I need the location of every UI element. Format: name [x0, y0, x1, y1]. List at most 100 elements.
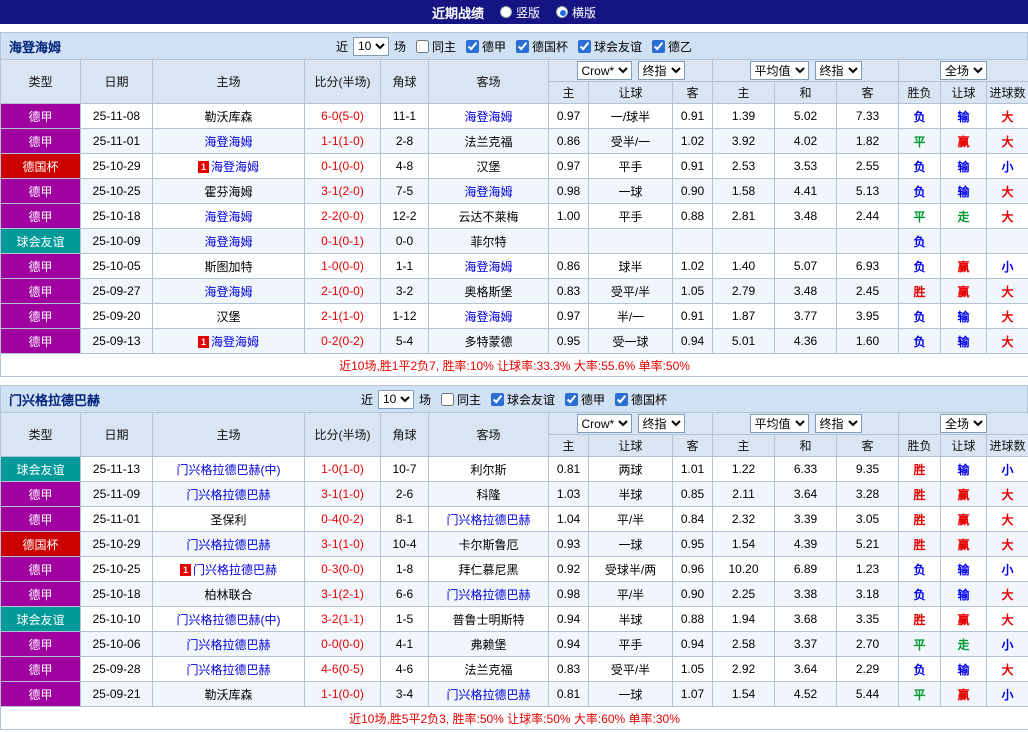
focus-team-link[interactable]: 门兴格拉德巴赫: [193, 563, 277, 577]
focus-team-link[interactable]: 门兴格拉德巴赫(中): [177, 613, 281, 627]
avg-odds-away: 3.95: [837, 304, 899, 329]
team-link[interactable]: 弗赖堡: [470, 638, 506, 652]
league-filter-checkbox[interactable]: 德国杯: [615, 391, 667, 408]
avg-odds-away: 2.70: [837, 632, 899, 657]
win-lose-result: 平: [899, 129, 941, 154]
period-select[interactable]: 全场: [940, 414, 987, 433]
team-link[interactable]: 法兰克福: [464, 135, 512, 149]
team-link[interactable]: 汉堡: [216, 310, 240, 324]
league-filter-checkbox[interactable]: 球会友谊: [491, 391, 555, 408]
avg-odds-home: 2.11: [713, 482, 775, 507]
focus-team-link[interactable]: 海登海姆: [211, 160, 259, 174]
team-link[interactable]: 勒沃库森: [204, 110, 252, 124]
focus-team-link[interactable]: 海登海姆: [464, 310, 512, 324]
goals-over-under-result: 小: [987, 632, 1028, 657]
focus-team-link[interactable]: 海登海姆: [204, 235, 252, 249]
handicap-odds-home: 1.00: [549, 204, 589, 229]
handicap-result: 输: [941, 104, 987, 129]
match-row: 德甲25-11-01圣保利0-4(0-2)8-1门兴格拉德巴赫1.04平/半0.…: [1, 507, 1028, 532]
focus-team-link[interactable]: 门兴格拉德巴赫: [186, 488, 270, 502]
radio-circle-icon: [500, 6, 512, 18]
checkbox-input[interactable]: [416, 40, 429, 53]
focus-team-link[interactable]: 门兴格拉德巴赫: [446, 688, 530, 702]
odds-stage-select[interactable]: 终指: [815, 61, 862, 80]
team-link[interactable]: 霍芬海姆: [204, 185, 252, 199]
team-link[interactable]: 圣保利: [210, 513, 246, 527]
league-type-badge: 球会友谊: [1, 457, 81, 482]
league-filter-checkbox[interactable]: 球会友谊: [578, 38, 642, 55]
checkbox-input[interactable]: [615, 393, 628, 406]
team-link[interactable]: 勒沃库森: [204, 688, 252, 702]
corners-score: 4-1: [381, 632, 429, 657]
team-link[interactable]: 汉堡: [476, 160, 500, 174]
league-filter-checkbox[interactable]: 德乙: [652, 38, 692, 55]
team-link[interactable]: 斯图加特: [204, 260, 252, 274]
avg-odds-draw: 5.07: [775, 254, 837, 279]
avg-odds-away: 1.82: [837, 129, 899, 154]
checkbox-input[interactable]: [516, 40, 529, 53]
away-team-cell: 卡尔斯鲁厄: [429, 532, 549, 557]
league-filter-checkbox[interactable]: 德甲: [466, 38, 506, 55]
focus-team-link[interactable]: 门兴格拉德巴赫: [186, 663, 270, 677]
checkbox-input[interactable]: [491, 393, 504, 406]
team-link[interactable]: 卡尔斯鲁厄: [458, 538, 518, 552]
focus-team-link[interactable]: 海登海姆: [204, 285, 252, 299]
league-type-badge: 德甲: [1, 632, 81, 657]
team-link[interactable]: 柏林联合: [204, 588, 252, 602]
home-team-cell: 门兴格拉德巴赫(中): [153, 607, 305, 632]
team-link[interactable]: 普鲁士明斯特: [452, 613, 524, 627]
bookmaker-select[interactable]: Crow*: [577, 414, 632, 433]
average-select[interactable]: 平均值: [750, 61, 809, 80]
team-link[interactable]: 拜仁慕尼黑: [458, 563, 518, 577]
period-select[interactable]: 全场: [940, 61, 987, 80]
focus-team-link[interactable]: 门兴格拉德巴赫: [186, 638, 270, 652]
team-link[interactable]: 多特蒙德: [464, 335, 512, 349]
league-type-badge: 德甲: [1, 254, 81, 279]
league-type-badge: 德甲: [1, 279, 81, 304]
focus-team-link[interactable]: 海登海姆: [464, 260, 512, 274]
match-date: 25-11-08: [81, 104, 153, 129]
average-select[interactable]: 平均值: [750, 414, 809, 433]
checkbox-input[interactable]: [565, 393, 578, 406]
focus-team-link[interactable]: 海登海姆: [204, 135, 252, 149]
odds-stage-select[interactable]: 终指: [638, 414, 685, 433]
checkbox-input[interactable]: [578, 40, 591, 53]
same-venue-checkbox[interactable]: 同主: [441, 391, 481, 408]
team-link[interactable]: 菲尔特: [470, 235, 506, 249]
focus-team-link[interactable]: 门兴格拉德巴赫: [446, 513, 530, 527]
team-link[interactable]: 云达不莱梅: [458, 210, 518, 224]
team-link[interactable]: 科隆: [476, 488, 500, 502]
focus-team-link[interactable]: 海登海姆: [204, 210, 252, 224]
handicap-line: 半球: [589, 482, 673, 507]
column-header: 比分(半场): [305, 60, 381, 104]
recent-count-select[interactable]: 10: [378, 390, 414, 409]
recent-count-select[interactable]: 10: [353, 37, 389, 56]
checkbox-input[interactable]: [466, 40, 479, 53]
focus-team-link[interactable]: 门兴格拉德巴赫: [186, 538, 270, 552]
focus-team-link[interactable]: 海登海姆: [211, 335, 259, 349]
league-filter-checkbox[interactable]: 德国杯: [516, 38, 568, 55]
league-filter-checkbox[interactable]: 德甲: [565, 391, 605, 408]
focus-team-link[interactable]: 门兴格拉德巴赫(中): [177, 463, 281, 477]
team-link[interactable]: 奥格斯堡: [464, 285, 512, 299]
avg-odds-home: 1.58: [713, 179, 775, 204]
focus-team-link[interactable]: 门兴格拉德巴赫: [446, 588, 530, 602]
focus-team-link[interactable]: 海登海姆: [464, 110, 512, 124]
layout-radio-horizontal[interactable]: 横版: [556, 4, 596, 21]
goals-over-under-result: 大: [987, 507, 1028, 532]
win-lose-result: 负: [899, 557, 941, 582]
away-team-cell: 海登海姆: [429, 304, 549, 329]
layout-radio-vertical[interactable]: 竖版: [500, 4, 540, 21]
focus-team-link[interactable]: 海登海姆: [464, 185, 512, 199]
team-link[interactable]: 法兰克福: [464, 663, 512, 677]
match-date: 25-11-09: [81, 482, 153, 507]
checkbox-input[interactable]: [652, 40, 665, 53]
checkbox-input[interactable]: [441, 393, 454, 406]
bookmaker-select[interactable]: Crow*: [577, 61, 632, 80]
home-team-cell: 勒沃库森: [153, 104, 305, 129]
odds-stage-select[interactable]: 终指: [815, 414, 862, 433]
team-link[interactable]: 利尔斯: [470, 463, 506, 477]
same-venue-checkbox[interactable]: 同主: [416, 38, 456, 55]
odds-stage-select[interactable]: 终指: [638, 61, 685, 80]
avg-odds-draw: 3.53: [775, 154, 837, 179]
